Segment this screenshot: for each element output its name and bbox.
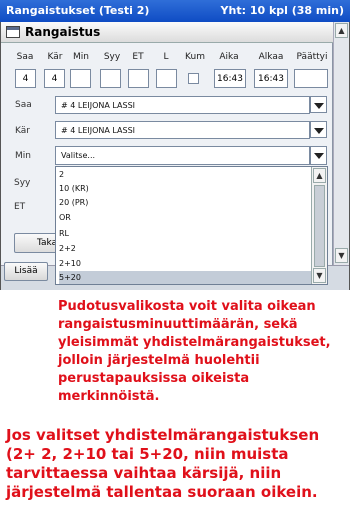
instruction-text-combination: Jos valitset yhdistelmärangaistuksen (2+… [6, 426, 320, 501]
kar-label: Kär [15, 126, 30, 136]
dropdown-option[interactable]: 2+10 [59, 257, 309, 270]
dropdown-option[interactable]: 2+2 [59, 242, 309, 255]
min-select[interactable]: Valitse... [55, 146, 310, 165]
min-dropdown-icon[interactable] [310, 146, 327, 165]
window-title-bar: Rangaistukset (Testi 2) Yht: 10 kpl (38 … [0, 0, 350, 22]
minutes-dropdown-list[interactable]: 2 10 (KR) 20 (PR) OR RL 2+2 2+10 5+20 [55, 166, 328, 285]
penalty-summary: Yht: 10 kpl (38 min) [220, 4, 344, 17]
column-header-aika: Aika [219, 52, 239, 62]
add-button[interactable]: Lisää [4, 262, 48, 281]
dropdown-option-selected[interactable]: 5+20 [59, 271, 311, 284]
aika-field[interactable]: 16:43 [214, 69, 246, 88]
column-header-paattyi: Päättyi [296, 52, 328, 62]
column-header-syy: Syy [103, 52, 121, 62]
scroll-up-icon[interactable]: ▲ [335, 23, 348, 38]
dialog-title: Rangaistus [25, 25, 101, 39]
dropdown-scrollbar[interactable]: ▲ ▼ [311, 167, 327, 284]
kar-dropdown-icon[interactable] [310, 121, 327, 138]
dropdown-scroll-thumb[interactable] [314, 185, 325, 267]
saa-number-field[interactable]: 4 [15, 69, 36, 88]
dropdown-scroll-down-icon[interactable]: ▼ [313, 268, 326, 283]
window-icon [6, 26, 20, 38]
instruction-text-dropdown: Pudotusvalikosta voit valita oikean rang… [58, 299, 331, 404]
column-header-kum: Kum [185, 52, 205, 62]
alkaa-field[interactable]: 16:43 [254, 69, 288, 88]
column-header-et: ET [132, 52, 144, 62]
min-label: Min [15, 151, 31, 161]
window-title: Rangaistukset (Testi 2) [6, 4, 150, 17]
dropdown-option[interactable]: 2 [59, 168, 309, 181]
kum-checkbox[interactable] [188, 73, 199, 84]
dropdown-option[interactable]: OR [59, 211, 309, 224]
column-header-saa: Saa [16, 52, 34, 62]
syy-field[interactable] [100, 69, 121, 88]
kar-select[interactable]: # 4 LEIJONA LASSI [55, 121, 310, 139]
scroll-down-icon[interactable]: ▼ [335, 248, 348, 263]
column-header-min: Min [73, 52, 89, 62]
dropdown-option[interactable]: 20 (PR) [59, 196, 309, 209]
dropdown-option[interactable]: 10 (KR) [59, 182, 309, 195]
column-header-l: L [163, 52, 169, 62]
l-field[interactable] [156, 69, 177, 88]
paattyi-field[interactable] [294, 69, 328, 88]
et-field[interactable] [128, 69, 149, 88]
kar-number-field[interactable]: 4 [44, 69, 65, 88]
syy-label: Syy [14, 178, 31, 188]
min-field[interactable] [70, 69, 91, 88]
dropdown-scroll-up-icon[interactable]: ▲ [313, 168, 326, 183]
saa-dropdown-icon[interactable] [310, 96, 327, 113]
column-header-alkaa: Alkaa [258, 52, 284, 62]
saa-select[interactable]: # 4 LEIJONA LASSI [55, 96, 310, 114]
saa-label: Saa [15, 100, 32, 110]
dropdown-option[interactable]: RL [59, 227, 309, 240]
et-label: ET [14, 202, 26, 212]
window-scrollbar[interactable]: ▲ ▼ [333, 22, 349, 266]
column-header-kar: Kär [47, 52, 63, 62]
